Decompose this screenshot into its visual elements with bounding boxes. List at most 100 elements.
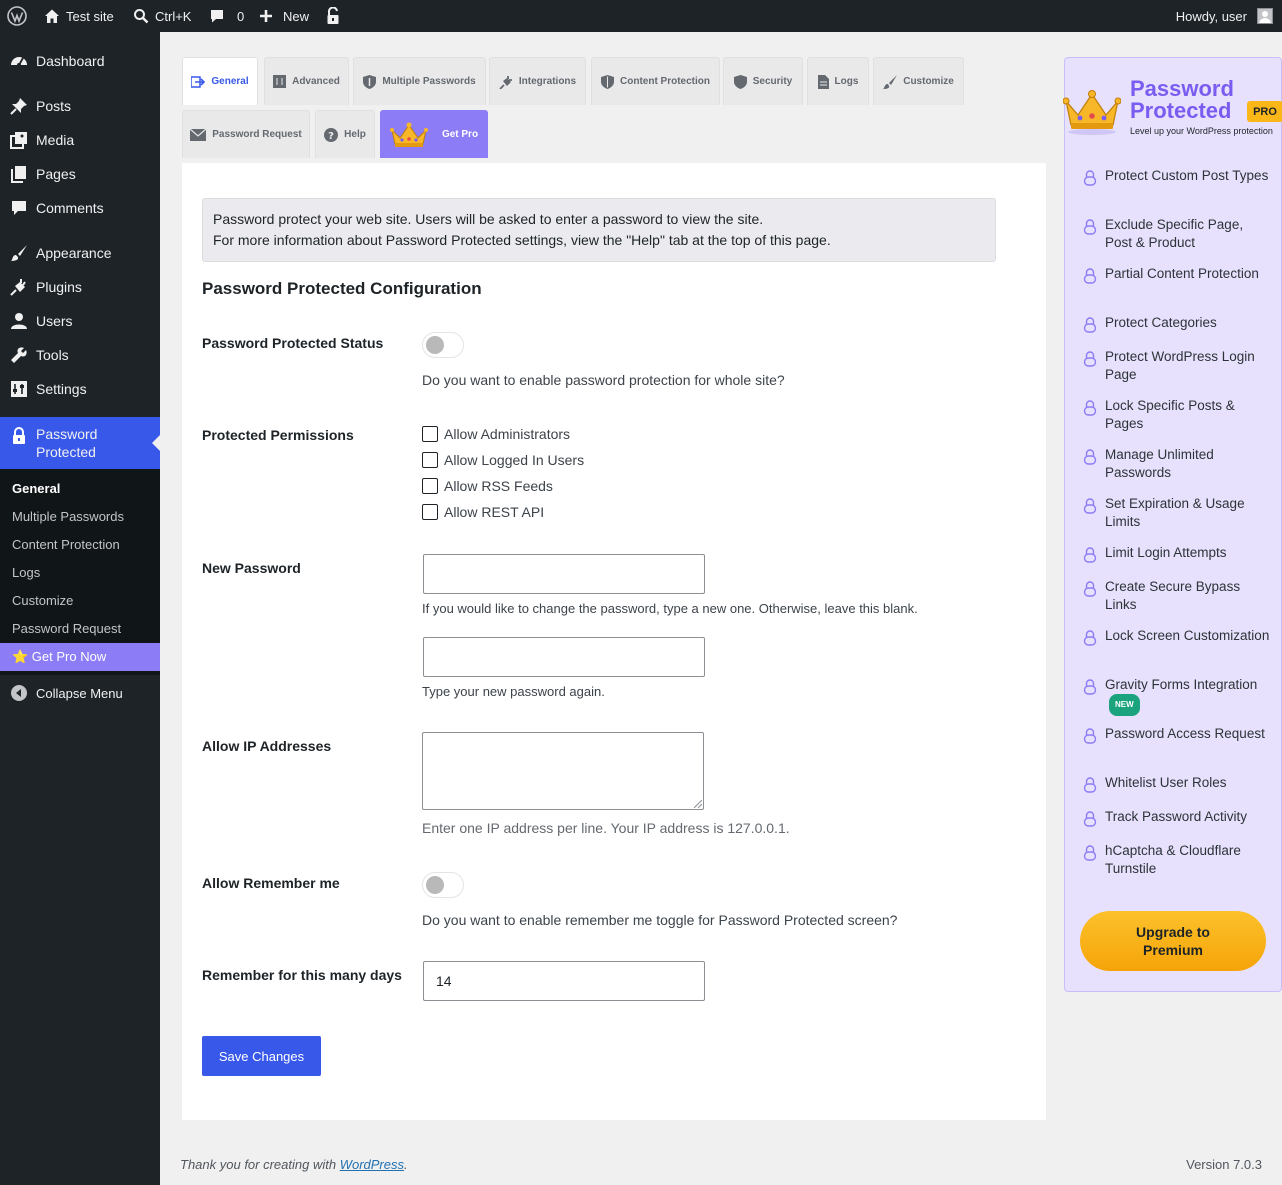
new-badge: NEW: [1109, 694, 1140, 716]
svg-text:?: ?: [328, 131, 334, 142]
submenu-item-content-protection[interactable]: Content Protection: [12, 537, 120, 552]
sidebar-item-label: Users: [36, 313, 73, 329]
submenu-item-get-pro[interactable]: ⭐ Get Pro Now: [0, 643, 160, 671]
settings-panel: Password protect your web site. Users wi…: [182, 163, 1046, 1120]
feature-label: Whitelist User Roles: [1105, 775, 1227, 790]
submenu-item-customize[interactable]: Customize: [12, 593, 73, 608]
site-name-link[interactable]: Test site: [44, 0, 114, 32]
feature-item: Protect Categories: [1083, 314, 1273, 333]
sidebar-item-plugins[interactable]: Plugins: [0, 276, 160, 298]
plus-icon: [260, 10, 272, 22]
feature-item: Exclude Specific Page, Post & Product: [1083, 216, 1273, 252]
allow-rss-feeds-checkbox[interactable]: [422, 478, 438, 494]
sidebar-item-posts[interactable]: Posts: [0, 95, 160, 117]
submenu-item-multiple-passwords[interactable]: Multiple Passwords: [12, 509, 124, 524]
remember-days-input[interactable]: 14: [423, 961, 705, 1001]
wordpress-logo-icon[interactable]: [7, 0, 27, 32]
lock-outline-icon: [1083, 728, 1097, 744]
feature-label: Create Secure Bypass Links: [1105, 579, 1241, 612]
upgrade-to-premium-button[interactable]: Upgrade to Premium: [1080, 911, 1266, 971]
comments-link[interactable]: 0: [209, 0, 244, 32]
tab-help[interactable]: ? Help: [315, 110, 375, 158]
remember-days-label: Remember for this many days: [202, 967, 402, 983]
allow-administrators-checkbox-row[interactable]: Allow Administrators: [422, 426, 570, 442]
sidebar-item-label: Dashboard: [36, 53, 105, 69]
admin-sidebar: Dashboard Posts Media Pages Comments App…: [0, 32, 160, 1185]
tab-get-pro[interactable]: Get Pro: [380, 110, 488, 158]
pin-icon: [9, 96, 29, 116]
sidebar-item-tools[interactable]: Tools: [0, 344, 160, 366]
status-label: Password Protected Status: [202, 335, 384, 351]
wrench-icon: [9, 345, 29, 365]
info-notice: Password protect your web site. Users wi…: [202, 198, 996, 262]
allow-logged-in-users-checkbox[interactable]: [422, 452, 438, 468]
login-arrow-icon: [191, 75, 206, 88]
feature-label: Partial Content Protection: [1105, 266, 1259, 281]
config-heading: Password Protected Configuration: [202, 279, 482, 298]
feature-item: Manage Unlimited Passwords: [1083, 446, 1273, 482]
sidebar-item-media[interactable]: Media: [0, 129, 160, 151]
tab-multiple-passwords[interactable]: Multiple Passwords: [353, 57, 486, 105]
submenu-item-general[interactable]: General: [12, 481, 60, 496]
confirm-password-input[interactable]: [423, 637, 705, 677]
unlocked-icon: [327, 7, 339, 24]
tab-label: Get Pro: [441, 129, 479, 140]
submenu-item-logs[interactable]: Logs: [12, 565, 40, 580]
settings-icon: [9, 379, 29, 399]
password-protected-status-button[interactable]: [325, 0, 341, 32]
feature-label: Exclude Specific Page, Post & Product: [1105, 217, 1244, 250]
sidebar-item-comments[interactable]: Comments: [0, 197, 160, 219]
allow-administrators-checkbox[interactable]: [422, 426, 438, 442]
tab-integrations[interactable]: Integrations: [489, 57, 586, 105]
allow-rss-feeds-checkbox-row[interactable]: Allow RSS Feeds: [422, 478, 553, 494]
sidebar-active-label: Password Protected: [36, 425, 97, 461]
pro-badge: PRO: [1247, 101, 1282, 122]
site-name: Test site: [66, 8, 114, 24]
lock-outline-icon: [1083, 170, 1097, 186]
footer-thanks-suffix: .: [404, 1157, 408, 1172]
collapse-menu-button[interactable]: Collapse Menu: [0, 682, 160, 704]
tab-customize[interactable]: Customize: [873, 57, 964, 105]
sidebar-item-settings[interactable]: Settings: [0, 378, 160, 400]
save-changes-button[interactable]: Save Changes: [202, 1036, 321, 1076]
allow-logged-in-users-checkbox-row[interactable]: Allow Logged In Users: [422, 452, 584, 468]
lock-outline-icon: [1083, 317, 1097, 333]
promo-subtitle: Level up your WordPress protection: [1130, 126, 1273, 136]
sidebar-item-appearance[interactable]: Appearance: [0, 242, 160, 264]
resize-handle-icon[interactable]: [694, 800, 702, 808]
sidebar-item-dashboard[interactable]: Dashboard: [0, 50, 160, 72]
new-password-input[interactable]: [423, 554, 705, 594]
sidebar-item-label: Plugins: [36, 279, 82, 295]
sidebar-item-users[interactable]: Users: [0, 310, 160, 332]
lock-outline-icon: [1083, 400, 1097, 416]
feature-label-with-badge: Gravity Forms Integration NEW: [1105, 676, 1273, 716]
submenu-item-password-request[interactable]: Password Request: [12, 621, 121, 636]
tab-advanced[interactable]: Advanced: [264, 57, 349, 105]
new-content-button[interactable]: New: [259, 0, 309, 32]
lock-outline-icon: [1083, 630, 1097, 646]
comment-icon: [9, 198, 29, 218]
tab-general[interactable]: General: [182, 57, 258, 105]
wordpress-link[interactable]: WordPress: [340, 1157, 404, 1172]
remember-me-toggle[interactable]: [422, 872, 464, 898]
tab-content-protection[interactable]: Content Protection: [591, 57, 720, 105]
tab-password-request[interactable]: Password Request: [182, 110, 310, 158]
tab-label: Logs: [834, 76, 859, 87]
feature-item: Protect WordPress Login Page: [1083, 348, 1273, 384]
sidebar-item-pages[interactable]: Pages: [0, 163, 160, 185]
command-palette-button[interactable]: Ctrl+K: [133, 0, 191, 32]
tab-logs[interactable]: Logs: [807, 57, 869, 105]
checkbox-label: Allow REST API: [444, 504, 545, 520]
sidebar-item-password-protected[interactable]: Password Protected: [0, 417, 160, 469]
status-toggle[interactable]: [422, 332, 464, 358]
remember-me-description: Do you want to enable remember me toggle…: [422, 912, 898, 928]
crown-logo-icon: [1063, 90, 1121, 135]
tab-security[interactable]: Security: [723, 57, 803, 105]
ip-addresses-textarea[interactable]: [422, 732, 704, 810]
allow-rest-api-checkbox[interactable]: [422, 504, 438, 520]
status-description: Do you want to enable password protectio…: [422, 372, 785, 388]
allow-rest-api-checkbox-row[interactable]: Allow REST API: [422, 504, 544, 520]
footer-thanks-prefix: Thank you for creating with: [180, 1157, 340, 1172]
tab-label: Integrations: [518, 76, 577, 87]
user-account-menu[interactable]: Howdy, user: [1176, 0, 1273, 32]
